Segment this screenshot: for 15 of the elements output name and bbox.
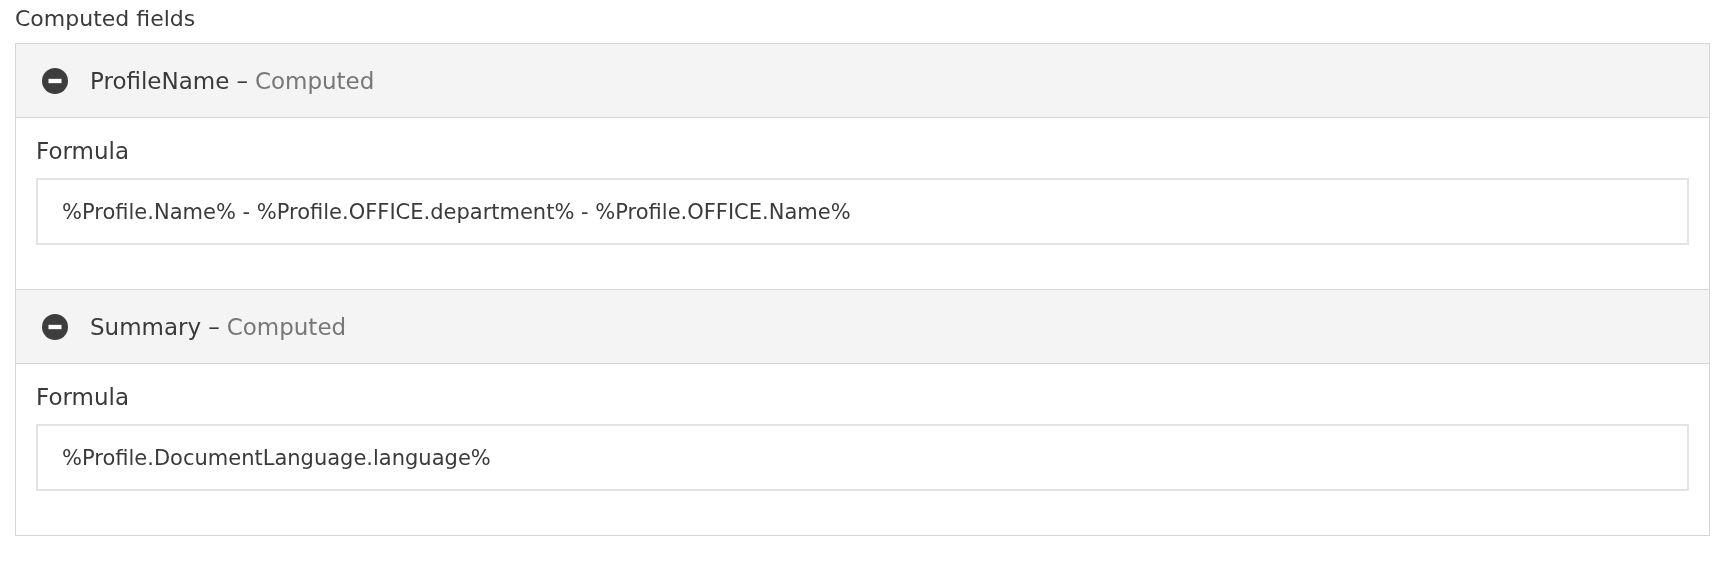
formula-label: Formula xyxy=(36,138,130,164)
separator: – xyxy=(208,313,220,340)
separator: – xyxy=(236,67,248,94)
section-title: Computed fields xyxy=(15,6,197,31)
formula-field[interactable]: %Profile.DocumentLanguage.language% xyxy=(36,424,1689,491)
field-name: Summary xyxy=(90,313,202,340)
collapse-icon[interactable] xyxy=(42,313,68,340)
field-name: ProfileName xyxy=(90,67,230,94)
field-type: Computed xyxy=(254,67,375,94)
field-type: Computed xyxy=(226,313,347,340)
collapse-icon[interactable] xyxy=(42,67,68,94)
formula-field[interactable]: %Profile.Name% - %Profile.OFFICE.department% - %Profile.OFFICE.Name% xyxy=(36,178,1689,245)
formula-label: Formula xyxy=(36,384,130,410)
field-header[interactable]: ProfileName – Computed xyxy=(16,44,1709,117)
field-header[interactable]: Summary – Computed xyxy=(16,289,1709,363)
